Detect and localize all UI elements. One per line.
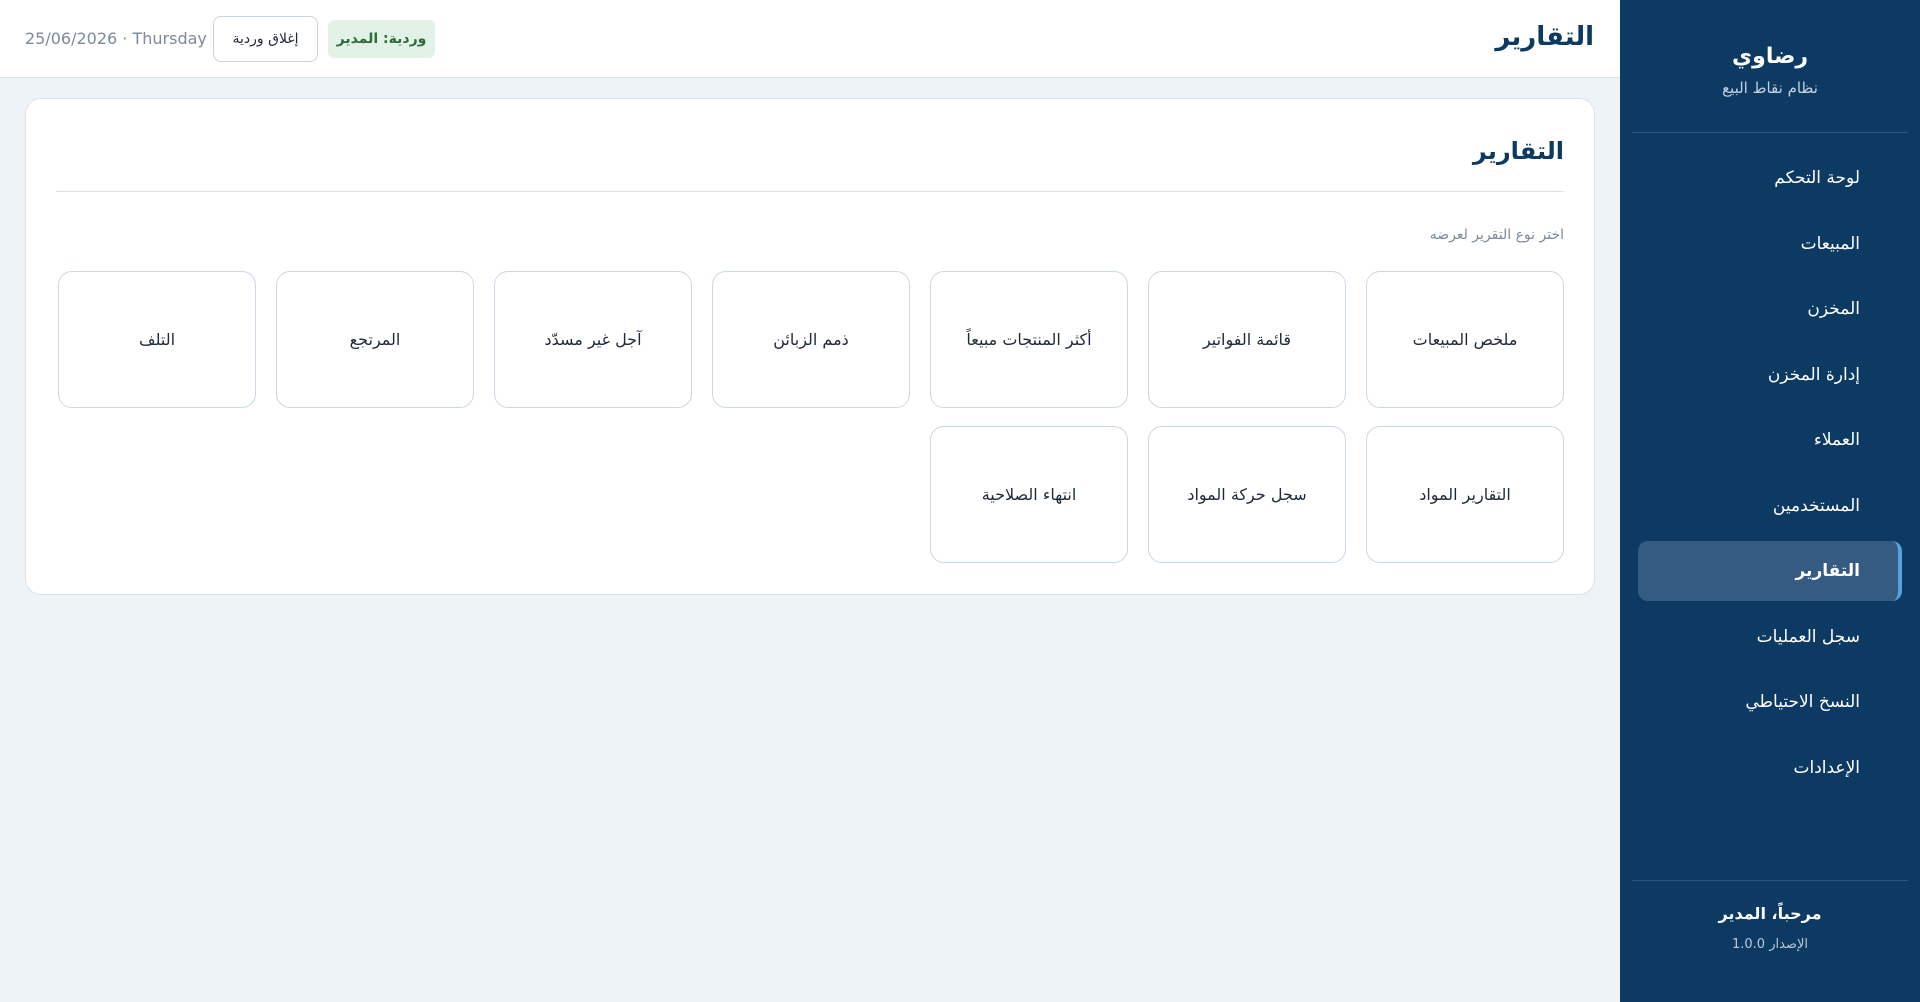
report-tile-customer-receivables[interactable]: ذمم الزبائن: [712, 271, 910, 408]
sidebar-item-dashboard[interactable]: لوحة التحكم: [1638, 148, 1902, 208]
sidebar-footer: مرحباً، المدير الإصدار 1.0.0: [1620, 904, 1920, 952]
sidebar: رضاوي نظام نقاط البيع لوحة التحكم المبيع…: [1620, 0, 1920, 1002]
brand: رضاوي نظام نقاط البيع: [1620, 0, 1920, 132]
brand-subtitle: نظام نقاط البيع: [1722, 79, 1818, 97]
sidebar-item-activity-log[interactable]: سجل العمليات: [1638, 607, 1902, 667]
sidebar-nav: لوحة التحكم المبيعات المخزن إدارة المخزن…: [1620, 148, 1920, 803]
reports-card-title: التقارير: [1472, 137, 1564, 165]
sidebar-item-users[interactable]: المستخدمين: [1638, 476, 1902, 536]
report-tile-materials-movement[interactable]: سجل حركة المواد: [1148, 426, 1346, 563]
version-text: الإصدار 1.0.0: [1732, 937, 1808, 952]
sidebar-item-warehouse-management[interactable]: إدارة المخزن: [1638, 345, 1902, 405]
card-divider: [56, 191, 1564, 192]
report-tile-invoice-list[interactable]: قائمة الفواتير: [1148, 271, 1346, 408]
sidebar-divider-top: [1632, 132, 1908, 133]
report-tile-returns[interactable]: المرتجع: [276, 271, 474, 408]
sidebar-item-customers[interactable]: العملاء: [1638, 410, 1902, 470]
sidebar-item-backup[interactable]: النسخ الاحتياطي: [1638, 672, 1902, 732]
sidebar-divider-bottom: [1632, 880, 1908, 881]
report-tile-expiry[interactable]: انتهاء الصلاحية: [930, 426, 1128, 563]
shift-badge: وردية: المدير: [328, 20, 435, 58]
sidebar-item-sales[interactable]: المبيعات: [1638, 214, 1902, 274]
brand-name: رضاوي: [1731, 44, 1809, 69]
app-root: التقارير 25/06/2026 · Thursday إغلاق ورد…: [0, 0, 1920, 1002]
report-tiles-grid: ملخص المبيعات قائمة الفواتير أكثر المنتج…: [56, 271, 1564, 563]
reports-card: التقارير اختر نوع التقرير لعرضه ملخص الم…: [25, 98, 1595, 595]
report-tile-materials-reports[interactable]: التقارير المواد: [1366, 426, 1564, 563]
report-tile-top-products[interactable]: أكثر المنتجات مبيعاً: [930, 271, 1128, 408]
top-bar: التقارير 25/06/2026 · Thursday إغلاق ورد…: [0, 0, 1620, 78]
page-title: التقارير: [1495, 22, 1594, 52]
sidebar-item-reports[interactable]: التقارير: [1638, 541, 1902, 601]
close-shift-button[interactable]: إغلاق وردية: [213, 16, 318, 62]
sidebar-item-settings[interactable]: الإعدادات: [1638, 738, 1902, 798]
welcome-text: مرحباً، المدير: [1718, 904, 1822, 923]
report-tile-unpaid-credit[interactable]: آجل غير مسدّد: [494, 271, 692, 408]
report-tile-sales-summary[interactable]: ملخص المبيعات: [1366, 271, 1564, 408]
current-date: 25/06/2026 · Thursday: [25, 29, 207, 48]
report-tile-damaged[interactable]: التلف: [58, 271, 256, 408]
sidebar-item-warehouse[interactable]: المخزن: [1638, 279, 1902, 339]
report-type-hint: اختر نوع التقرير لعرضه: [1429, 227, 1564, 243]
